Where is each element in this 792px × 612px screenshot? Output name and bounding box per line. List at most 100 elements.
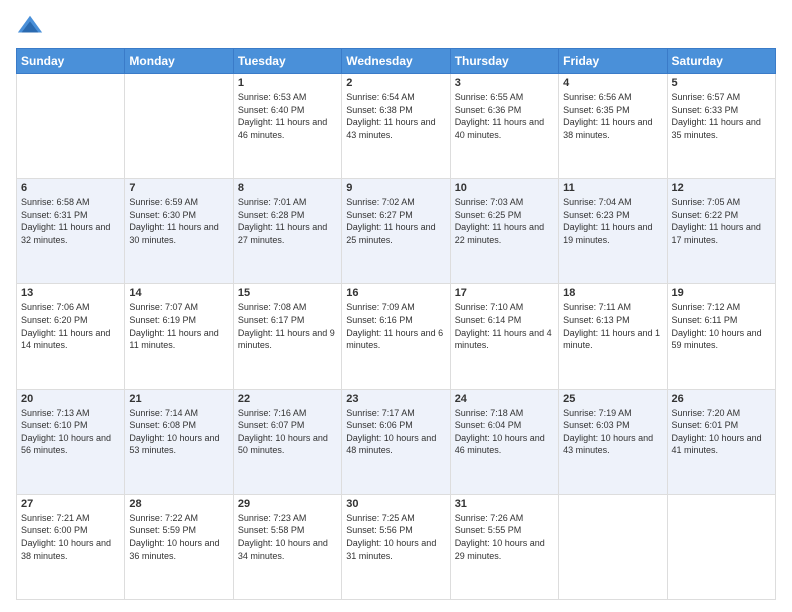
calendar-table: SundayMondayTuesdayWednesdayThursdayFrid… bbox=[16, 48, 776, 600]
calendar-week-3: 13Sunrise: 7:06 AMSunset: 6:20 PMDayligh… bbox=[17, 284, 776, 389]
day-number: 5 bbox=[672, 77, 771, 89]
calendar-cell-3-2: 14 Sunrise: 7:07 AMSunset: 6:19 PMDayligh… bbox=[125, 284, 233, 389]
day-info: Sunrise: 7:01 AMSunset: 6:28 PMDaylight:… bbox=[238, 196, 337, 246]
day-info: Sunrise: 6:58 AMSunset: 6:31 PMDaylight:… bbox=[21, 196, 120, 246]
day-number: 10 bbox=[455, 182, 554, 194]
day-info: Sunrise: 7:25 AMSunset: 5:56 PMDaylight:… bbox=[346, 512, 445, 562]
day-number: 28 bbox=[129, 498, 228, 510]
day-info: Sunrise: 6:57 AMSunset: 6:33 PMDaylight:… bbox=[672, 91, 771, 141]
day-number: 21 bbox=[129, 393, 228, 405]
calendar-cell-5-6 bbox=[559, 494, 667, 599]
day-info: Sunrise: 7:04 AMSunset: 6:23 PMDaylight:… bbox=[563, 196, 662, 246]
day-info: Sunrise: 7:21 AMSunset: 6:00 PMDaylight:… bbox=[21, 512, 120, 562]
calendar-cell-2-4: 9Sunrise: 7:02 AMSunset: 6:27 PMDaylight… bbox=[342, 179, 450, 284]
day-info: Sunrise: 6:55 AMSunset: 6:36 PMDaylight:… bbox=[455, 91, 554, 141]
day-header-friday: Friday bbox=[559, 49, 667, 74]
calendar-cell-4-2: 21Sunrise: 7:14 AMSunset: 6:08 PMDayligh… bbox=[125, 389, 233, 494]
day-number: 8 bbox=[238, 182, 337, 194]
calendar-cell-4-5: 24 Sunrise: 7:18 AMSunset: 6:04 PMDayligh… bbox=[450, 389, 558, 494]
day-header-tuesday: Tuesday bbox=[233, 49, 341, 74]
day-info: Sunrise: 7:16 AMSunset: 6:07 PMDaylight:… bbox=[238, 407, 337, 457]
day-number: 1 bbox=[238, 77, 337, 89]
calendar-cell-2-6: 11 Sunrise: 7:04 AMSunset: 6:23 PMDayligh… bbox=[559, 179, 667, 284]
calendar-cell-4-1: 20 Sunrise: 7:13 AMSunset: 6:10 PMDayligh… bbox=[17, 389, 125, 494]
day-number: 3 bbox=[455, 77, 554, 89]
day-number: 11 bbox=[563, 182, 662, 194]
page: SundayMondayTuesdayWednesdayThursdayFrid… bbox=[0, 0, 792, 612]
day-number: 2 bbox=[346, 77, 445, 89]
calendar-cell-4-7: 26Sunrise: 7:20 AMSunset: 6:01 PMDayligh… bbox=[667, 389, 775, 494]
calendar-cell-4-6: 25 Sunrise: 7:19 AMSunset: 6:03 PMDayligh… bbox=[559, 389, 667, 494]
day-number: 22 bbox=[238, 393, 337, 405]
day-number: 12 bbox=[672, 182, 771, 194]
day-number: 19 bbox=[672, 287, 771, 299]
day-info: Sunrise: 7:26 AMSunset: 5:55 PMDaylight:… bbox=[455, 512, 554, 562]
calendar-cell-2-7: 12 Sunrise: 7:05 AMSunset: 6:22 PMDayligh… bbox=[667, 179, 775, 284]
day-info: Sunrise: 7:20 AMSunset: 6:01 PMDaylight:… bbox=[672, 407, 771, 457]
day-number: 6 bbox=[21, 182, 120, 194]
day-info: Sunrise: 7:17 AMSunset: 6:06 PMDaylight:… bbox=[346, 407, 445, 457]
day-info: Sunrise: 7:12 AMSunset: 6:11 PMDaylight:… bbox=[672, 301, 771, 351]
day-header-thursday: Thursday bbox=[450, 49, 558, 74]
day-info: Sunrise: 7:09 AMSunset: 6:16 PMDaylight:… bbox=[346, 301, 445, 351]
day-number: 14 bbox=[129, 287, 228, 299]
day-number: 25 bbox=[563, 393, 662, 405]
day-number: 31 bbox=[455, 498, 554, 510]
calendar-week-2: 6 Sunrise: 6:58 AMSunset: 6:31 PMDaylight… bbox=[17, 179, 776, 284]
calendar-cell-3-4: 16 Sunrise: 7:09 AMSunset: 6:16 PMDayligh… bbox=[342, 284, 450, 389]
calendar-cell-1-4: 2 Sunrise: 6:54 AMSunset: 6:38 PMDaylight… bbox=[342, 74, 450, 179]
day-info: Sunrise: 7:22 AMSunset: 5:59 PMDaylight:… bbox=[129, 512, 228, 562]
calendar-cell-1-6: 4Sunrise: 6:56 AMSunset: 6:35 PMDaylight… bbox=[559, 74, 667, 179]
calendar-cell-1-3: 1 Sunrise: 6:53 AMSunset: 6:40 PMDaylight… bbox=[233, 74, 341, 179]
calendar-cell-5-1: 27 Sunrise: 7:21 AMSunset: 6:00 PMDayligh… bbox=[17, 494, 125, 599]
calendar-header-row: SundayMondayTuesdayWednesdayThursdayFrid… bbox=[17, 49, 776, 74]
logo bbox=[16, 12, 48, 40]
day-info: Sunrise: 7:10 AMSunset: 6:14 PMDaylight:… bbox=[455, 301, 554, 351]
logo-icon bbox=[16, 12, 44, 40]
day-info: Sunrise: 6:54 AMSunset: 6:38 PMDaylight:… bbox=[346, 91, 445, 141]
calendar-cell-3-3: 15 Sunrise: 7:08 AMSunset: 6:17 PMDayligh… bbox=[233, 284, 341, 389]
day-info: Sunrise: 7:18 AMSunset: 6:04 PMDaylight:… bbox=[455, 407, 554, 457]
calendar-cell-2-5: 10 Sunrise: 7:03 AMSunset: 6:25 PMDayligh… bbox=[450, 179, 558, 284]
day-info: Sunrise: 6:53 AMSunset: 6:40 PMDaylight:… bbox=[238, 91, 337, 141]
calendar-cell-1-2 bbox=[125, 74, 233, 179]
day-info: Sunrise: 7:03 AMSunset: 6:25 PMDaylight:… bbox=[455, 196, 554, 246]
calendar-cell-4-3: 22 Sunrise: 7:16 AMSunset: 6:07 PMDayligh… bbox=[233, 389, 341, 494]
calendar-cell-5-5: 31 Sunrise: 7:26 AMSunset: 5:55 PMDayligh… bbox=[450, 494, 558, 599]
day-header-wednesday: Wednesday bbox=[342, 49, 450, 74]
day-number: 24 bbox=[455, 393, 554, 405]
day-number: 9 bbox=[346, 182, 445, 194]
day-info: Sunrise: 7:05 AMSunset: 6:22 PMDaylight:… bbox=[672, 196, 771, 246]
day-info: Sunrise: 7:13 AMSunset: 6:10 PMDaylight:… bbox=[21, 407, 120, 457]
day-number: 20 bbox=[21, 393, 120, 405]
calendar-cell-3-1: 13Sunrise: 7:06 AMSunset: 6:20 PMDayligh… bbox=[17, 284, 125, 389]
day-number: 23 bbox=[346, 393, 445, 405]
calendar-cell-1-1 bbox=[17, 74, 125, 179]
day-header-monday: Monday bbox=[125, 49, 233, 74]
day-number: 4 bbox=[563, 77, 662, 89]
calendar-cell-3-7: 19 Sunrise: 7:12 AMSunset: 6:11 PMDayligh… bbox=[667, 284, 775, 389]
calendar-week-4: 20 Sunrise: 7:13 AMSunset: 6:10 PMDayligh… bbox=[17, 389, 776, 494]
day-number: 15 bbox=[238, 287, 337, 299]
day-number: 16 bbox=[346, 287, 445, 299]
calendar-week-5: 27 Sunrise: 7:21 AMSunset: 6:00 PMDayligh… bbox=[17, 494, 776, 599]
calendar-cell-5-7 bbox=[667, 494, 775, 599]
day-info: Sunrise: 7:19 AMSunset: 6:03 PMDaylight:… bbox=[563, 407, 662, 457]
calendar-cell-3-6: 18Sunrise: 7:11 AMSunset: 6:13 PMDayligh… bbox=[559, 284, 667, 389]
day-info: Sunrise: 7:23 AMSunset: 5:58 PMDaylight:… bbox=[238, 512, 337, 562]
calendar-cell-5-2: 28 Sunrise: 7:22 AMSunset: 5:59 PMDayligh… bbox=[125, 494, 233, 599]
day-number: 18 bbox=[563, 287, 662, 299]
day-info: Sunrise: 7:08 AMSunset: 6:17 PMDaylight:… bbox=[238, 301, 337, 351]
calendar-cell-4-4: 23 Sunrise: 7:17 AMSunset: 6:06 PMDayligh… bbox=[342, 389, 450, 494]
calendar-cell-1-5: 3 Sunrise: 6:55 AMSunset: 6:36 PMDaylight… bbox=[450, 74, 558, 179]
day-number: 29 bbox=[238, 498, 337, 510]
calendar-week-1: 1 Sunrise: 6:53 AMSunset: 6:40 PMDaylight… bbox=[17, 74, 776, 179]
day-info: Sunrise: 7:07 AMSunset: 6:19 PMDaylight:… bbox=[129, 301, 228, 351]
calendar-cell-5-3: 29 Sunrise: 7:23 AMSunset: 5:58 PMDayligh… bbox=[233, 494, 341, 599]
calendar-cell-3-5: 17Sunrise: 7:10 AMSunset: 6:14 PMDayligh… bbox=[450, 284, 558, 389]
day-number: 13 bbox=[21, 287, 120, 299]
day-number: 27 bbox=[21, 498, 120, 510]
calendar-cell-5-4: 30Sunrise: 7:25 AMSunset: 5:56 PMDayligh… bbox=[342, 494, 450, 599]
calendar-cell-2-3: 8 Sunrise: 7:01 AMSunset: 6:28 PMDaylight… bbox=[233, 179, 341, 284]
day-header-sunday: Sunday bbox=[17, 49, 125, 74]
